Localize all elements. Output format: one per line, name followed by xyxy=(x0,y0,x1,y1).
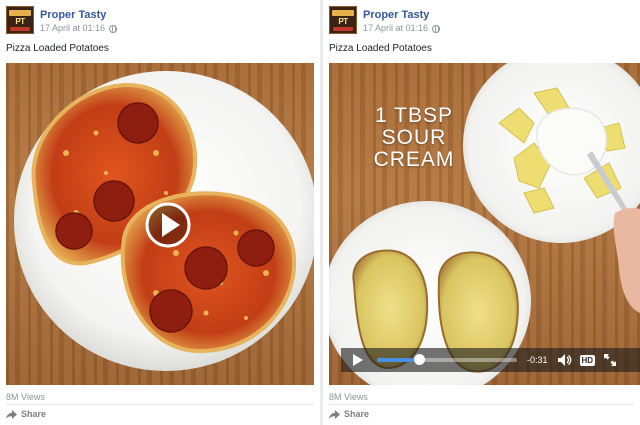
post-text: Pizza Loaded Potatoes xyxy=(329,43,432,54)
fullscreen-icon[interactable] xyxy=(604,354,617,366)
pizza-potatoes-image xyxy=(14,71,314,371)
volume-icon[interactable] xyxy=(557,354,572,366)
hand xyxy=(613,208,640,313)
views-count: 8M Views xyxy=(329,392,368,402)
avatar-logo-base xyxy=(10,27,30,31)
play-icon[interactable] xyxy=(347,348,367,372)
progress-knob[interactable] xyxy=(414,354,425,365)
globe-icon xyxy=(432,24,441,33)
views-count: 8M Views xyxy=(6,392,45,402)
video-thumbnail[interactable] xyxy=(6,63,314,385)
avatar-logo-bar xyxy=(332,10,354,16)
globe-icon xyxy=(109,24,118,33)
hd-icon[interactable]: HD xyxy=(579,354,596,366)
time-remaining: -0:31 xyxy=(527,355,548,365)
timestamp[interactable]: 17 April at 01:16 xyxy=(40,23,105,34)
timestamp[interactable]: 17 April at 01:16 xyxy=(363,23,428,34)
play-circle-icon[interactable] xyxy=(145,202,191,248)
divider xyxy=(329,404,634,405)
progress-track[interactable] xyxy=(377,354,517,365)
avatar-logo-base xyxy=(333,27,353,31)
progress-fill xyxy=(377,358,419,362)
avatar-logo-text: PT xyxy=(338,17,348,26)
post-meta: 17 April at 01:16 xyxy=(40,23,118,34)
post-meta: 17 April at 01:16 xyxy=(363,23,441,34)
post-card-right: PT Proper Tasty 17 April at 01:16 Pizza … xyxy=(323,0,640,425)
share-button[interactable]: Share xyxy=(6,409,46,419)
video-player[interactable]: 1 TBSP SOUR CREAM -0:31 HD xyxy=(329,63,640,385)
avatar-logo-bar xyxy=(9,10,31,16)
avatar-logo-text: PT xyxy=(15,17,25,26)
post-card-left: PT Proper Tasty 17 April at 01:16 Pizza … xyxy=(0,0,320,425)
header-info: Proper Tasty 17 April at 01:16 xyxy=(363,6,441,34)
page-name-link[interactable]: Proper Tasty xyxy=(363,9,440,22)
divider xyxy=(6,404,314,405)
share-icon xyxy=(6,409,17,419)
caption-line: SOUR xyxy=(381,126,447,149)
caption-line: 1 TBSP xyxy=(375,104,453,127)
post-header: PT Proper Tasty 17 April at 01:16 xyxy=(6,6,118,36)
caption-line: CREAM xyxy=(373,148,455,171)
share-label: Share xyxy=(21,409,47,419)
share-button[interactable]: Share xyxy=(329,409,369,419)
page-avatar[interactable]: PT xyxy=(329,6,357,34)
page-avatar[interactable]: PT xyxy=(6,6,34,34)
page-name-link[interactable]: Proper Tasty xyxy=(40,9,117,22)
header-info: Proper Tasty 17 April at 01:16 xyxy=(40,6,118,34)
post-header: PT Proper Tasty 17 April at 01:16 xyxy=(329,6,441,36)
video-controls: -0:31 HD xyxy=(341,348,640,372)
video-caption: 1 TBSP SOUR CREAM xyxy=(359,105,469,171)
share-label: Share xyxy=(344,409,370,419)
share-icon xyxy=(329,409,340,419)
post-text: Pizza Loaded Potatoes xyxy=(6,43,109,54)
